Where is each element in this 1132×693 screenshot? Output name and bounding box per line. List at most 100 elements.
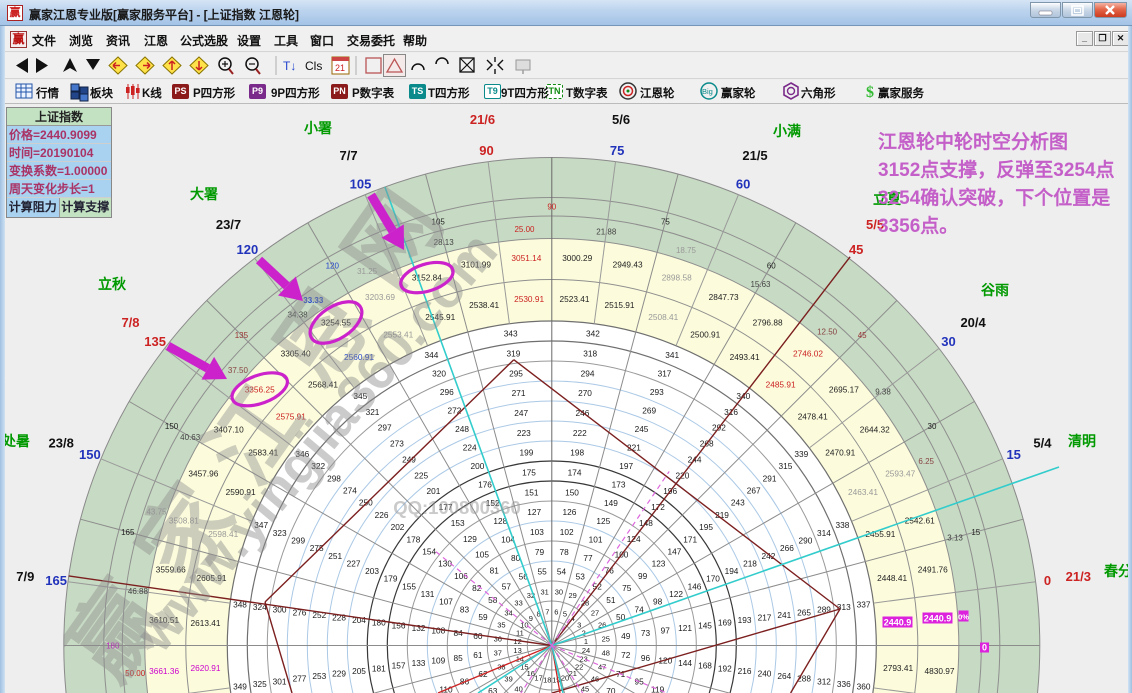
svg-text:97: 97 <box>661 626 671 636</box>
svg-text:318: 318 <box>583 349 597 359</box>
svg-text:清明: 清明 <box>1068 433 1096 449</box>
svg-text:218: 218 <box>743 558 757 568</box>
svg-text:151: 151 <box>525 487 539 497</box>
svg-text:98: 98 <box>653 597 663 607</box>
svg-text:83: 83 <box>460 604 470 614</box>
svg-text:203: 203 <box>365 566 379 576</box>
svg-text:120: 120 <box>237 242 259 257</box>
svg-text:85: 85 <box>453 653 463 663</box>
svg-text:2695.17: 2695.17 <box>829 384 859 394</box>
svg-text:2523.41: 2523.41 <box>560 294 590 304</box>
svg-text:13: 13 <box>513 646 521 655</box>
svg-text:96: 96 <box>641 653 651 663</box>
svg-text:319: 319 <box>506 349 520 359</box>
svg-text:277: 277 <box>293 674 307 684</box>
svg-text:201: 201 <box>426 486 440 496</box>
svg-text:48: 48 <box>602 649 610 658</box>
svg-text:3000.29: 3000.29 <box>562 253 592 263</box>
svg-text:51: 51 <box>606 595 616 605</box>
svg-text:192: 192 <box>718 663 732 673</box>
svg-text:125: 125 <box>596 516 610 526</box>
svg-text:2949.43: 2949.43 <box>613 260 643 270</box>
svg-text:2478.41: 2478.41 <box>798 412 828 422</box>
svg-text:2530.91: 2530.91 <box>514 294 544 304</box>
svg-text:31: 31 <box>541 588 549 597</box>
svg-text:168: 168 <box>698 661 712 671</box>
svg-text:谷雨: 谷雨 <box>981 282 1009 298</box>
svg-text:2542.61: 2542.61 <box>905 516 935 526</box>
svg-text:251: 251 <box>328 551 342 561</box>
svg-text:12.50: 12.50 <box>817 328 838 337</box>
svg-text:342: 342 <box>586 329 600 339</box>
svg-text:T↓: T↓ <box>283 59 296 73</box>
svg-text:99: 99 <box>638 571 648 581</box>
svg-text:81: 81 <box>490 566 500 576</box>
svg-text:195: 195 <box>699 522 713 532</box>
svg-text:23/8: 23/8 <box>49 435 74 450</box>
svg-text:77: 77 <box>583 553 593 563</box>
svg-text:193: 193 <box>738 615 752 625</box>
svg-text:360: 360 <box>857 682 871 692</box>
svg-text:$: $ <box>866 84 874 101</box>
svg-text:15: 15 <box>971 528 980 537</box>
svg-text:29: 29 <box>569 591 577 600</box>
svg-text:253: 253 <box>312 671 326 681</box>
svg-text:349: 349 <box>233 682 247 692</box>
svg-text:23/7: 23/7 <box>216 217 241 232</box>
svg-text:271: 271 <box>512 388 526 398</box>
svg-text:103: 103 <box>530 527 544 537</box>
svg-text:194: 194 <box>725 566 739 576</box>
svg-text:293: 293 <box>650 387 664 397</box>
svg-text:150: 150 <box>165 422 179 431</box>
svg-text:146: 146 <box>688 581 702 591</box>
svg-text:2470.91: 2470.91 <box>825 448 855 458</box>
svg-text:7/9: 7/9 <box>16 569 34 584</box>
svg-text:2491.76: 2491.76 <box>918 565 948 575</box>
svg-text:18.75: 18.75 <box>676 246 697 255</box>
svg-text:6: 6 <box>554 607 558 616</box>
svg-text:45: 45 <box>858 331 867 340</box>
svg-text:23: 23 <box>580 655 588 664</box>
svg-text:5: 5 <box>563 610 567 619</box>
svg-text:3.13: 3.13 <box>947 533 963 542</box>
svg-text:107: 107 <box>439 597 453 607</box>
svg-text:34: 34 <box>504 608 512 617</box>
svg-text:296: 296 <box>440 387 454 397</box>
svg-text:20/4: 20/4 <box>960 315 986 330</box>
svg-text:101: 101 <box>589 535 603 545</box>
svg-text:53: 53 <box>576 572 586 582</box>
svg-text:153: 153 <box>451 518 465 528</box>
svg-text:216: 216 <box>738 666 752 676</box>
svg-text:小满: 小满 <box>773 123 801 139</box>
svg-text:240: 240 <box>758 669 772 679</box>
svg-text:205: 205 <box>352 666 366 676</box>
svg-text:1: 1 <box>584 637 588 646</box>
svg-text:61: 61 <box>473 650 483 660</box>
svg-text:25.00: 25.00 <box>514 225 535 234</box>
svg-text:145: 145 <box>698 620 712 630</box>
svg-text:337: 337 <box>857 599 871 609</box>
svg-text:45: 45 <box>849 242 863 257</box>
svg-text:79: 79 <box>535 547 545 557</box>
svg-text:299: 299 <box>291 536 305 546</box>
svg-text:7/8: 7/8 <box>121 315 139 330</box>
svg-text:73: 73 <box>641 628 651 638</box>
svg-text:105: 105 <box>350 177 372 192</box>
svg-text:70: 70 <box>606 686 616 693</box>
svg-text:133: 133 <box>412 658 426 668</box>
svg-text:266: 266 <box>780 543 794 553</box>
svg-text:21: 21 <box>335 63 345 73</box>
svg-text:176: 176 <box>478 479 492 489</box>
svg-text:59: 59 <box>478 612 488 622</box>
svg-text:135: 135 <box>235 331 249 340</box>
svg-text:Cls: Cls <box>305 59 322 73</box>
svg-text:54: 54 <box>557 567 567 577</box>
svg-text:75: 75 <box>610 143 624 158</box>
svg-text:227: 227 <box>347 558 361 568</box>
svg-text:72: 72 <box>621 650 631 660</box>
svg-text:224: 224 <box>463 442 477 452</box>
svg-text:325: 325 <box>253 679 267 689</box>
svg-text:36: 36 <box>494 634 502 643</box>
svg-text:2508.41: 2508.41 <box>648 312 678 322</box>
svg-text:75: 75 <box>622 583 632 593</box>
